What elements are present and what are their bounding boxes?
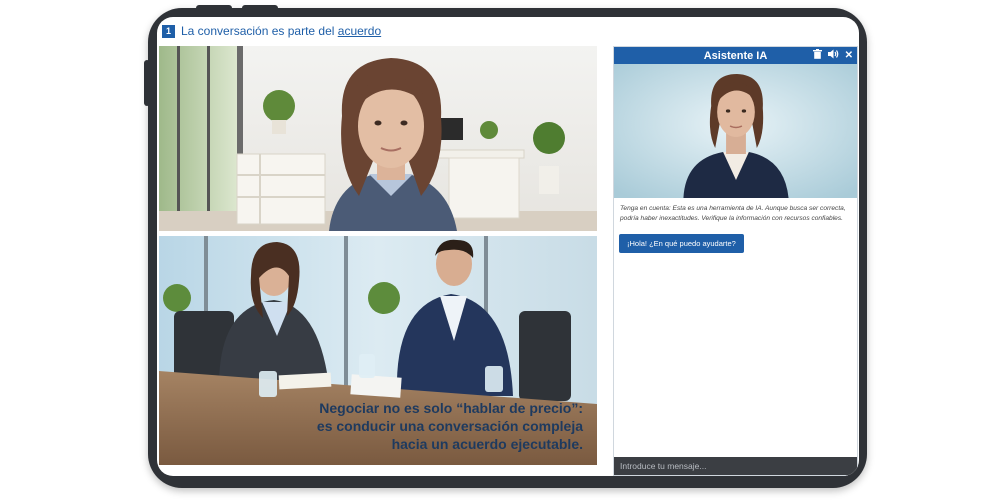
caption-line-3: hacia un acuerdo ejecutable.	[391, 436, 583, 452]
ai-assistant-panel: Asistente IA ✕ Tenga en cuenta: Esta es …	[613, 46, 858, 476]
ai-assistant-title: Asistente IA	[703, 49, 768, 62]
tablet-top-button-2	[242, 5, 278, 11]
ai-avatar-image	[614, 64, 857, 198]
ai-greeting-button[interactable]: ¡Hola! ¿En qué puedo ayudarte?	[619, 234, 744, 253]
lesson-title-text: La conversación es parte del	[181, 24, 338, 38]
ai-assistant-header: Asistente IA ✕	[614, 47, 857, 64]
close-icon[interactable]: ✕	[845, 50, 853, 61]
lesson-number-badge: 1	[162, 24, 175, 38]
speaker-icon[interactable]	[827, 49, 839, 62]
ai-header-controls: ✕	[812, 47, 853, 64]
negotiation-meeting-image: Negociar no es solo “hablar de precio”: …	[159, 236, 597, 465]
caption-line-2: es conducir una conversación compleja	[316, 418, 583, 434]
lesson-title-underlined: acuerdo	[337, 24, 382, 38]
ai-disclaimer: Tenga en cuenta: Esta es una herramienta…	[620, 205, 846, 222]
tablet-screen: 1 La conversación es parte del acuerdo N…	[157, 17, 859, 476]
message-input[interactable]: Introduce tu mensaje...	[614, 457, 857, 475]
caption-line-1: Negociar no es solo “hablar de precio”:	[319, 400, 583, 416]
image-caption: Negociar no es solo “hablar de precio”: …	[317, 399, 583, 453]
tablet-top-button-1	[196, 5, 232, 11]
trash-icon[interactable]	[812, 49, 822, 62]
lesson-header: 1 La conversación es parte del acuerdo	[157, 17, 859, 45]
office-woman-image	[159, 46, 597, 231]
lesson-title: La conversación es parte del acuerdo	[181, 24, 381, 38]
tablet-side-button	[144, 60, 150, 106]
